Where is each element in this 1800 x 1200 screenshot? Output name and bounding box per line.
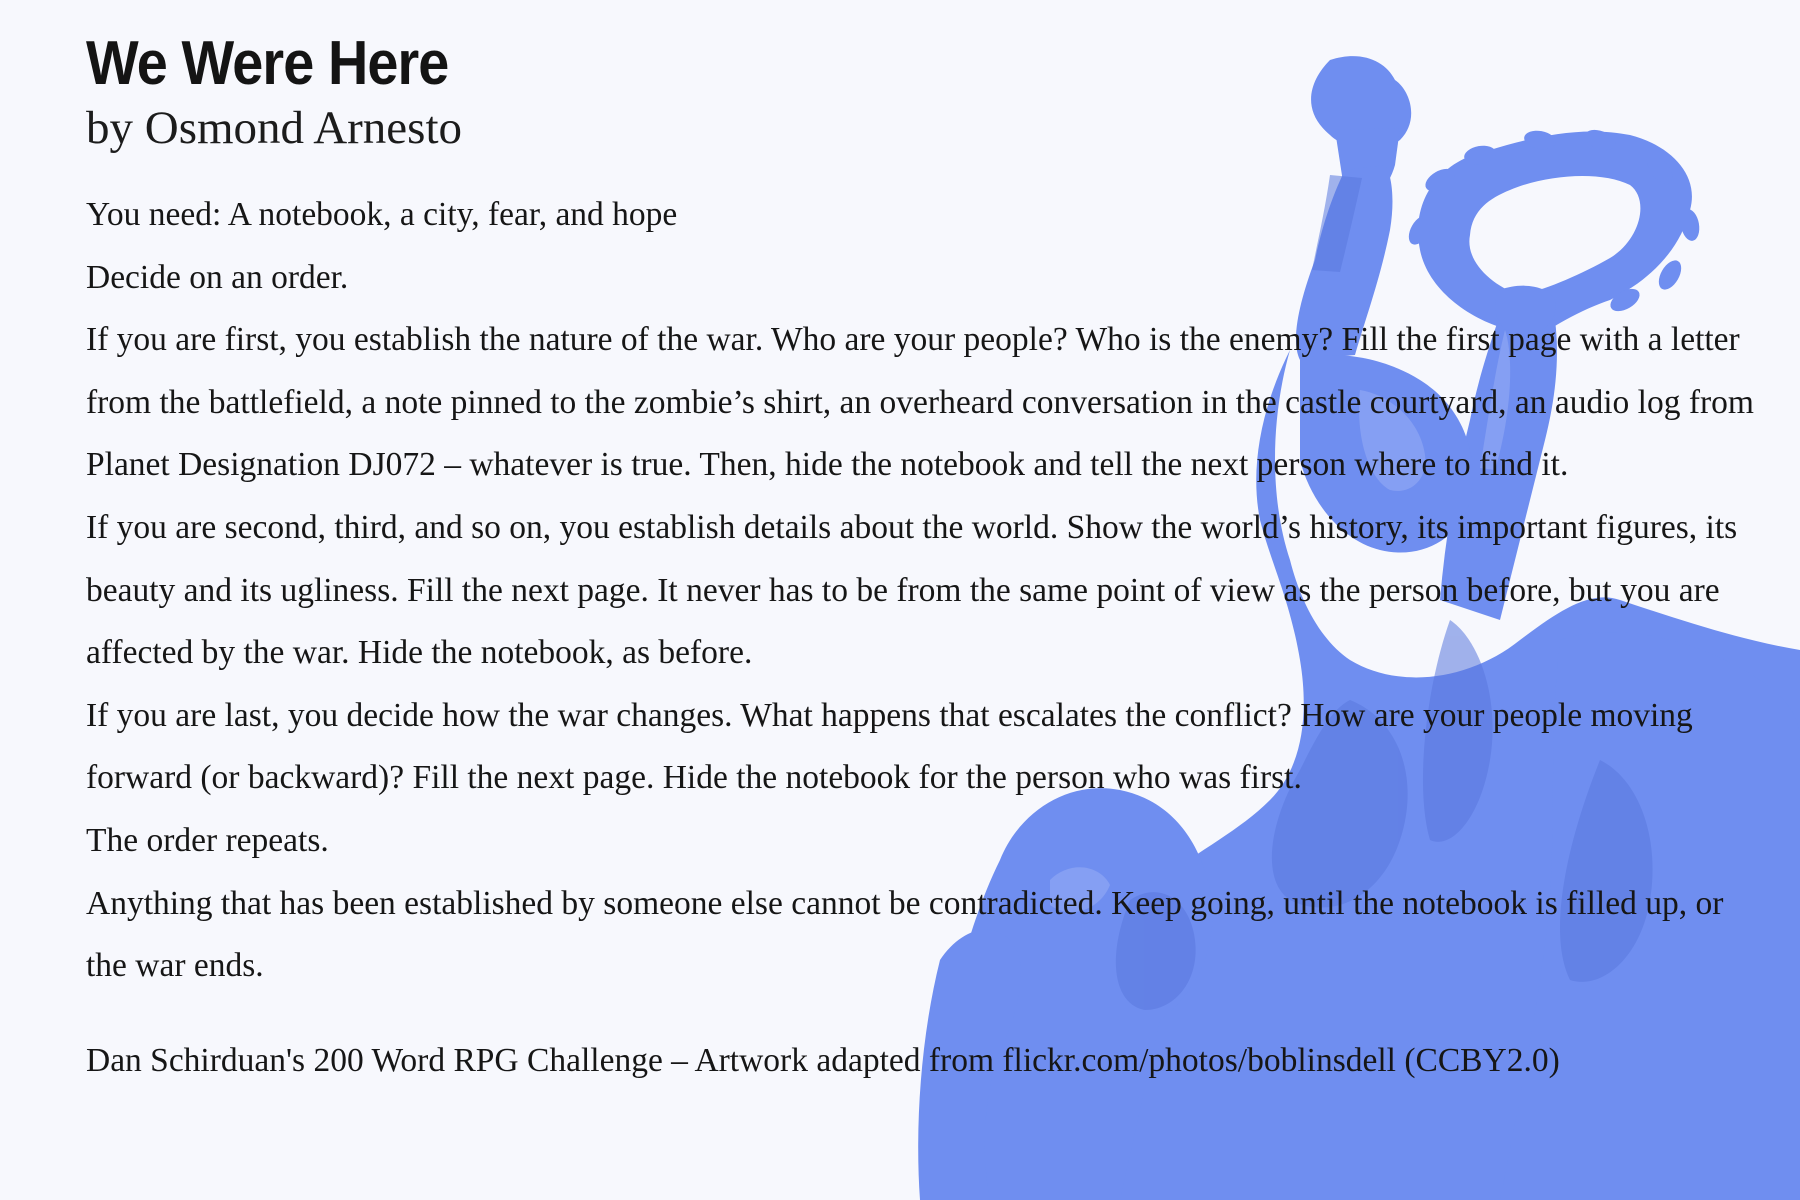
rules-body: You need: A notebook, a city, fear, and … — [86, 184, 1766, 998]
rules-paragraph: Decide on an order. — [86, 258, 349, 296]
rules-paragraph: If you are first, you establish the natu… — [86, 321, 1754, 484]
rules-paragraph: If you are second, third, and so on, you… — [86, 508, 1738, 672]
author-byline: by Osmond Arnesto — [86, 102, 462, 154]
document-content: We Were Here by Osmond Arnesto You need:… — [86, 28, 1766, 1092]
rules-paragraph: If you are last, you decide how the war … — [86, 696, 1693, 797]
rules-paragraph: The order repeats. — [86, 821, 329, 859]
rules-paragraph: You need: A notebook, a city, fear, and … — [86, 196, 678, 233]
credit-line: Dan Schirduan's 200 Word RPG Challenge –… — [86, 1041, 1560, 1079]
document-title: We Were Here — [86, 29, 449, 98]
rules-paragraph: Anything that has been established by so… — [86, 884, 1724, 985]
